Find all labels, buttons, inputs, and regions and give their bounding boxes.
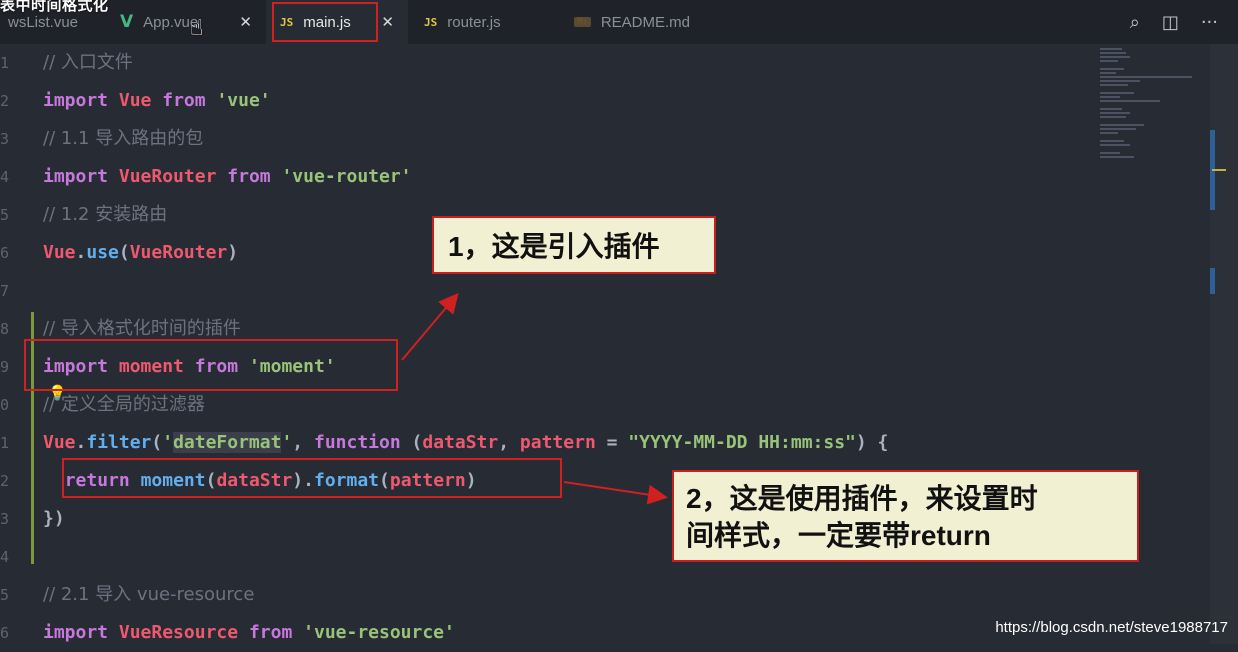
overlay-title: 表中时间格式化 <box>0 0 109 14</box>
callout-use-plugin: 2，这是使用插件，来设置时 间样式，一定要带return <box>672 470 1139 562</box>
watermark: https://blog.csdn.net/steve1988717 <box>995 619 1228 636</box>
callout-import-plugin: 1，这是引入插件 <box>432 216 716 274</box>
